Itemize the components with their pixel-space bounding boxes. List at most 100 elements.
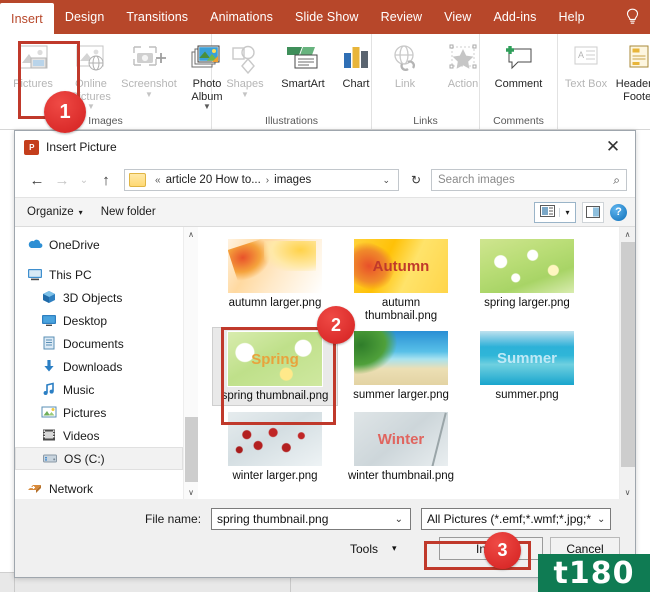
scroll-down-icon[interactable]: ∨ — [188, 485, 194, 500]
nav-item-os-c[interactable]: OS (C:) — [15, 447, 183, 470]
ribbon-button-label: SmartArt — [281, 78, 325, 90]
insert-picture-dialog: P Insert Picture ✕ ← → ⌄ ↑ « article 20 … — [14, 130, 636, 578]
view-mode-button[interactable]: ▾ — [534, 201, 576, 223]
nav-item-label: Pictures — [63, 405, 107, 420]
nav-item-label: Documents — [63, 336, 124, 351]
nav-item-videos[interactable]: Videos — [15, 424, 183, 447]
ribbon-button-comment[interactable]: Comment — [486, 39, 552, 91]
ribbon-button-screenshot[interactable]: Screenshot ▼ — [120, 39, 178, 99]
tab-animations[interactable]: Animations — [199, 0, 284, 34]
chevron-down-icon[interactable]: ▼ — [203, 103, 211, 111]
dialog-navigation-bar: ← → ⌄ ↑ « article 20 How to... › images … — [15, 163, 635, 197]
scroll-thumb[interactable] — [621, 242, 635, 467]
nav-item-3d-objects[interactable]: 3D Objects — [15, 286, 183, 309]
nav-item-network[interactable]: Network — [15, 477, 183, 500]
file-thumbnail: Winter — [353, 411, 449, 467]
tools-label: Tools — [350, 541, 379, 556]
file-list[interactable]: autumn larger.png Autumn autumn thumbnai… — [198, 227, 619, 500]
tab-slide-show[interactable]: Slide Show — [284, 0, 370, 34]
chevron-down-icon[interactable]: ▼ — [87, 103, 95, 111]
ribbon-button-pictures[interactable]: Pictures — [4, 39, 62, 91]
nav-item-downloads[interactable]: Downloads — [15, 355, 183, 378]
address-bar[interactable]: « article 20 How to... › images ⌄ — [124, 169, 399, 191]
screenshot-icon — [130, 42, 168, 76]
up-icon[interactable]: ↑ — [94, 168, 118, 192]
chevron-down-icon[interactable]: ▾ — [559, 207, 575, 217]
file-thumbnail — [353, 330, 449, 386]
filetype-dropdown[interactable]: All Pictures (*.emf;*.wmf;*.jpg;* ⌄ — [421, 508, 611, 530]
close-icon[interactable]: ✕ — [591, 131, 635, 163]
nav-item-label: Downloads — [63, 359, 123, 374]
ribbon-group-illustrations: Shapes ▼ SmartArt Chart Illustrations — [212, 34, 372, 129]
file-item-selected[interactable]: Spring spring thumbnail.png — [212, 327, 338, 406]
scroll-track[interactable] — [620, 242, 635, 485]
scroll-thumb[interactable] — [185, 417, 198, 482]
pictures-icon — [16, 42, 50, 76]
online-pictures-icon — [74, 42, 108, 76]
tab-label: Transitions — [126, 10, 189, 24]
tab-transitions[interactable]: Transitions — [115, 0, 199, 34]
chevron-down-icon[interactable]: ⌄ — [374, 175, 398, 186]
chevron-down-icon[interactable]: ⌄ — [591, 514, 610, 525]
filename-input[interactable]: spring thumbnail.png ⌄ — [211, 508, 411, 530]
file-item[interactable]: summer larger.png — [338, 327, 464, 406]
file-item[interactable]: Summer summer.png — [464, 327, 590, 406]
refresh-icon[interactable]: ↻ — [406, 173, 426, 187]
ribbon-button-header-footer[interactable]: Header & Footer — [610, 39, 650, 103]
ribbon-button-label: Shapes — [226, 78, 264, 90]
chevron-down-icon[interactable]: ▼ — [241, 90, 249, 99]
onedrive-icon — [27, 237, 43, 252]
tab-review[interactable]: Review — [370, 0, 434, 34]
nav-item-this-pc[interactable]: This PC — [15, 263, 183, 286]
navigation-pane-scrollbar[interactable]: ∧ ∨ — [183, 227, 198, 500]
scroll-up-icon[interactable]: ∧ — [188, 227, 194, 242]
file-item[interactable]: Winter winter thumbnail.png — [338, 408, 464, 485]
ribbon-button-shapes[interactable]: Shapes ▼ — [216, 39, 274, 99]
scroll-up-icon[interactable]: ∧ — [625, 227, 631, 242]
ribbon-button-text-box[interactable]: A Text Box — [562, 39, 610, 91]
tab-add-ins[interactable]: Add-ins — [482, 0, 547, 34]
nav-item-onedrive[interactable]: OneDrive — [15, 233, 183, 256]
file-item[interactable]: spring larger.png — [464, 235, 590, 325]
tools-button[interactable]: Tools ▾ — [350, 537, 397, 560]
dialog-command-bar: Organize ▾ New folder ▾ ? — [15, 197, 635, 227]
file-item[interactable]: Autumn autumn thumbnail.png — [338, 235, 464, 325]
help-icon[interactable]: ? — [610, 203, 627, 221]
file-item[interactable]: winter larger.png — [212, 408, 338, 485]
recent-locations-icon[interactable]: ⌄ — [75, 168, 93, 192]
file-item[interactable]: autumn larger.png — [212, 235, 338, 325]
this-pc-icon — [27, 267, 43, 282]
chevron-down-icon[interactable]: ⌄ — [388, 514, 410, 525]
ribbon-button-link[interactable]: Link — [376, 39, 434, 91]
ribbon-tab-bar: Insert Design Transitions Animations Sli… — [0, 0, 650, 34]
organize-button[interactable]: Organize ▾ — [27, 206, 83, 218]
tab-insert[interactable]: Insert — [0, 3, 54, 34]
breadcrumb-prefix: « — [155, 174, 161, 186]
breadcrumb-segment-current[interactable]: images — [274, 174, 311, 186]
tab-design[interactable]: Design — [54, 0, 116, 34]
nav-item-pictures[interactable]: Pictures — [15, 401, 183, 424]
file-list-scrollbar[interactable]: ∧ ∨ — [619, 227, 635, 500]
search-input[interactable]: Search images ⌕ — [431, 169, 627, 191]
scroll-down-icon[interactable]: ∨ — [625, 485, 631, 500]
preview-pane-button[interactable] — [582, 201, 604, 223]
nav-item-desktop[interactable]: Desktop — [15, 309, 183, 332]
tab-view[interactable]: View — [433, 0, 482, 34]
back-icon[interactable]: ← — [25, 168, 49, 192]
tell-me-button[interactable] — [619, 0, 650, 34]
thumbnail-caption: Autumn — [372, 257, 430, 275]
file-name: autumn thumbnail.png — [364, 297, 438, 322]
nav-item-music[interactable]: Music — [15, 378, 183, 401]
tab-help[interactable]: Help — [548, 0, 596, 34]
breadcrumb-segment-parent[interactable]: article 20 How to... — [166, 174, 261, 186]
new-folder-button[interactable]: New folder — [101, 206, 156, 218]
tab-label: View — [444, 10, 472, 24]
file-thumbnail — [479, 238, 575, 294]
ribbon-button-smartart[interactable]: SmartArt — [274, 39, 332, 91]
chevron-down-icon[interactable]: ▼ — [145, 90, 153, 99]
thumbnail-caption: Spring — [251, 350, 299, 368]
tab-label: Insert — [11, 11, 43, 26]
forward-icon[interactable]: → — [50, 168, 74, 192]
scroll-track[interactable] — [184, 242, 198, 485]
nav-item-documents[interactable]: Documents — [15, 332, 183, 355]
